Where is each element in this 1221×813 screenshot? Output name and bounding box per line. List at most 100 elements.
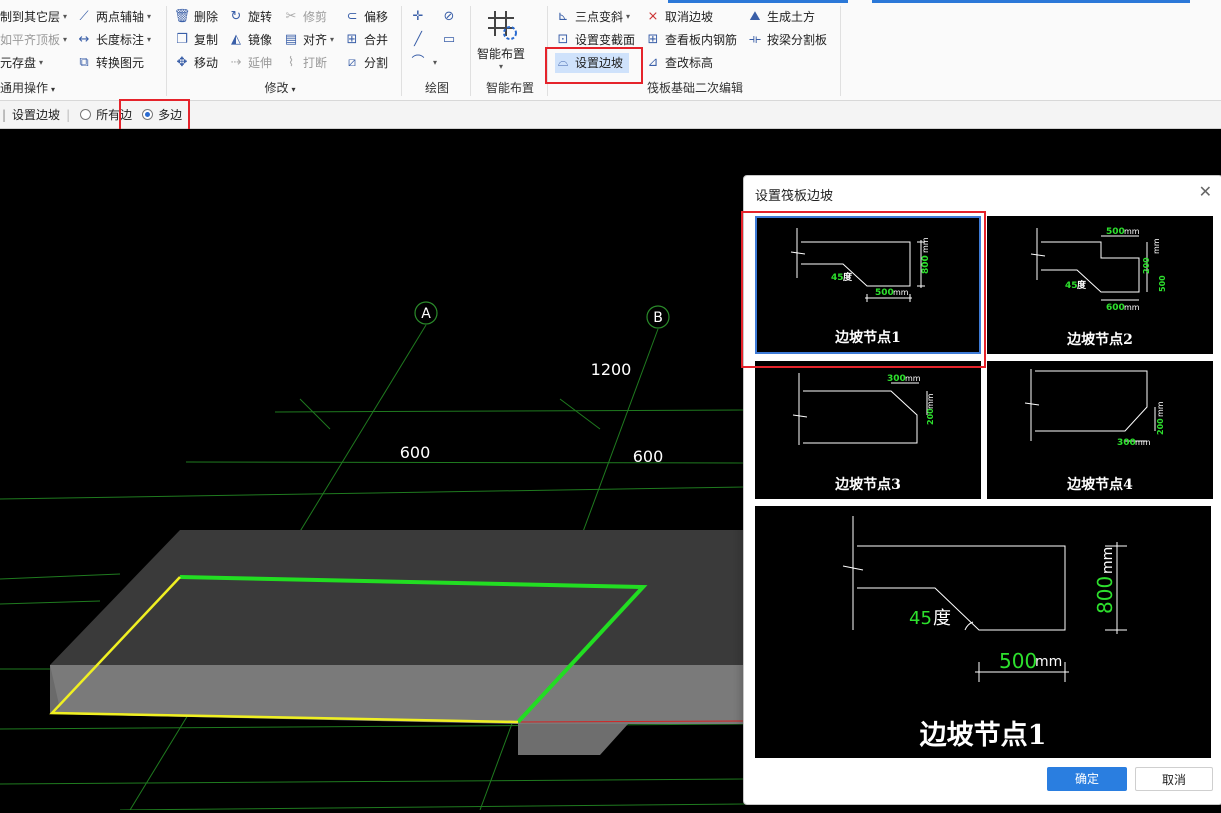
mirror-button[interactable]: ◭ 镜像 [228,30,272,50]
button-label: 长度标注 [96,33,145,47]
line-tool-button[interactable]: ╱ [410,30,430,50]
options-divider: | [2,107,7,122]
axis-label-b: B [653,310,663,326]
smart-group-label: 智能布置 [485,81,534,95]
edit-elevation-button[interactable]: ⊿ 查改标高 [645,53,713,73]
button-label: 如平齐顶板 [0,33,61,47]
smart-layout-button[interactable]: 智能布置 ▾ [474,8,528,74]
axis-label-a: A [421,306,431,322]
radio-dot-selected [142,109,154,120]
extend-button[interactable]: ⇢ 延伸 [228,53,272,73]
point-tool-button[interactable]: ✛ [410,7,430,27]
button-label: 转换图元 [96,56,145,70]
smart-layout-icon [488,11,517,40]
extend-icon: ⇢ [230,55,242,70]
button-label: 按梁分割板 [767,33,828,47]
generate-earthwork-button[interactable]: ⛰ 生成土方 [747,7,815,27]
slope-node-1[interactable]: 45 度 800 mm 500 mm 边坡节点1 [755,216,981,354]
view-rebar-button[interactable]: ⊞ 查看板内钢筋 [645,30,737,50]
node-2-height-unit: mm [1152,238,1161,254]
preview-width-unit: mm [1035,654,1062,670]
move-icon: ✥ [176,55,188,70]
align-icon: ▤ [284,32,298,47]
two-point-axis-button[interactable]: ⟋ 两点辅轴 ▾ [76,7,151,27]
node-1-label: 边坡节点1 [835,330,901,346]
options-bar: | 设置边坡 | 所有边 多边 [0,101,1221,129]
save-element-button[interactable]: 元存盘 ▾ [0,53,43,73]
rotate-point-icon: ⊘ [443,9,455,24]
separator [840,6,841,96]
rect-tool-button[interactable]: ▭ [441,30,461,50]
rebar-icon: ⊞ [647,32,659,47]
node-2-angle-unit: 度 [1077,279,1087,291]
point-icon: ✛ [412,9,424,24]
button-label: 生成土方 [767,10,816,24]
preview-angle: 45 [909,608,932,629]
radio-label: 所有边 [96,108,133,122]
slope-node-3[interactable]: 300 mm 200 mm 边坡节点3 [755,361,981,499]
slope-preview: 45 度 800 mm 500 mm 边坡节点1 [755,506,1211,758]
cancel-slope-button[interactable]: ⨯ 取消边坡 [645,7,713,27]
cancel-button[interactable]: 取消 [1135,767,1213,791]
set-slope-button[interactable]: ⌓ 设置边坡 [555,53,630,73]
title-accent-2 [872,0,1190,3]
align-top-slab-button[interactable]: 如平齐顶板 ▾ [0,30,67,50]
node-2-bottom-width: 600 [1106,303,1125,313]
slope-icon: ⊾ [557,9,569,24]
mirror-icon: ◭ [231,32,241,47]
set-raft-slope-dialog: 设置筏板边坡 ✕ 45 度 800 mm 500 mm 边坡节点1 500 mm… [741,175,1221,805]
button-label: 制到其它层 [0,10,61,24]
copy-button[interactable]: ❐ 复制 [174,30,218,50]
node-1-angle: 45 [831,273,844,283]
arc-tool-button[interactable]: ⌒ ▾ [410,53,437,73]
preview-height: 800 [1093,576,1117,614]
node-3-diagram: 300 mm 200 mm [792,373,935,445]
slope-node-2[interactable]: 500 mm 45 度 200 500 mm 600 mm 边坡节点2 [987,216,1213,354]
modify-group-label[interactable]: 修改 ▾ [240,80,320,96]
variable-section-button[interactable]: ⊡ 设置变截面 [555,30,635,50]
copy-to-other-floor-button[interactable]: 制到其它层 ▾ [0,7,67,27]
node-4-diagram: 300 mm 200 mm [1024,369,1165,448]
node-2-height-1: 200 [1142,257,1151,274]
node-4-width: 300 [1117,438,1136,448]
button-label: 分割 [364,56,389,70]
separator [470,6,471,96]
align-button[interactable]: ▤ 对齐 ▾ [283,30,334,50]
rotate-point-button[interactable]: ⊘ [441,7,461,27]
rotate-button[interactable]: ↻ 旋转 [228,7,272,27]
button-label: 合并 [364,33,389,47]
button-label: 复制 [194,33,219,47]
radio-multi-edges[interactable]: 多边 [142,106,182,123]
button-label: 三点变斜 [575,10,624,24]
node-1-angle-unit: 度 [843,271,853,283]
dimension-1200: 1200 [591,360,632,379]
delete-button[interactable]: 🗑 删除 [174,7,218,27]
three-point-slope-button[interactable]: ⊾ 三点变斜 ▾ [555,7,630,27]
slope-node-4[interactable]: 300 mm 200 mm 边坡节点4 [987,361,1213,499]
split-by-beam-button[interactable]: ⟛ 按梁分割板 [747,30,827,50]
convert-element-button[interactable]: ⧉ 转换图元 [76,53,144,73]
separator [547,6,548,96]
button-label: 设置边坡 [575,56,624,70]
break-button[interactable]: ⌇ 打断 [283,53,327,73]
ok-button[interactable]: 确定 [1047,767,1127,791]
general-ops-group-label[interactable]: 通用操作 ▾ [0,80,62,96]
radio-dot [80,109,92,120]
node-2-angle: 45 [1065,281,1078,291]
merge-button[interactable]: ⊞ 合并 [344,30,388,50]
node-3-width-unit: mm [905,374,921,383]
trim-button[interactable]: ✂ 修剪 [283,7,327,27]
button-label: 镜像 [248,33,273,47]
node-4-height-unit: mm [1156,401,1165,417]
node-2-label: 边坡节点2 [1067,332,1133,348]
slope-edge-icon: ⌓ [557,55,569,70]
length-dim-button[interactable]: ↔ 长度标注 ▾ [76,30,151,50]
move-button[interactable]: ✥ 移动 [174,53,218,73]
ribbon-toolbar: 制到其它层 ▾ 如平齐顶板 ▾ 元存盘 ▾ 通用操作 ▾ ⟋ 两点辅轴 ▾ ↔ 长度标注 ▾ ⧉… [0,0,1221,101]
node-4-width-unit: mm [1135,438,1151,447]
split-button[interactable]: ⧄ 分割 [344,53,388,73]
radio-all-edges[interactable]: 所有边 [80,106,132,123]
split-beam-icon: ⟛ [749,32,761,47]
close-icon[interactable]: ✕ [1199,182,1212,201]
offset-button[interactable]: ⊂ 偏移 [344,7,388,27]
